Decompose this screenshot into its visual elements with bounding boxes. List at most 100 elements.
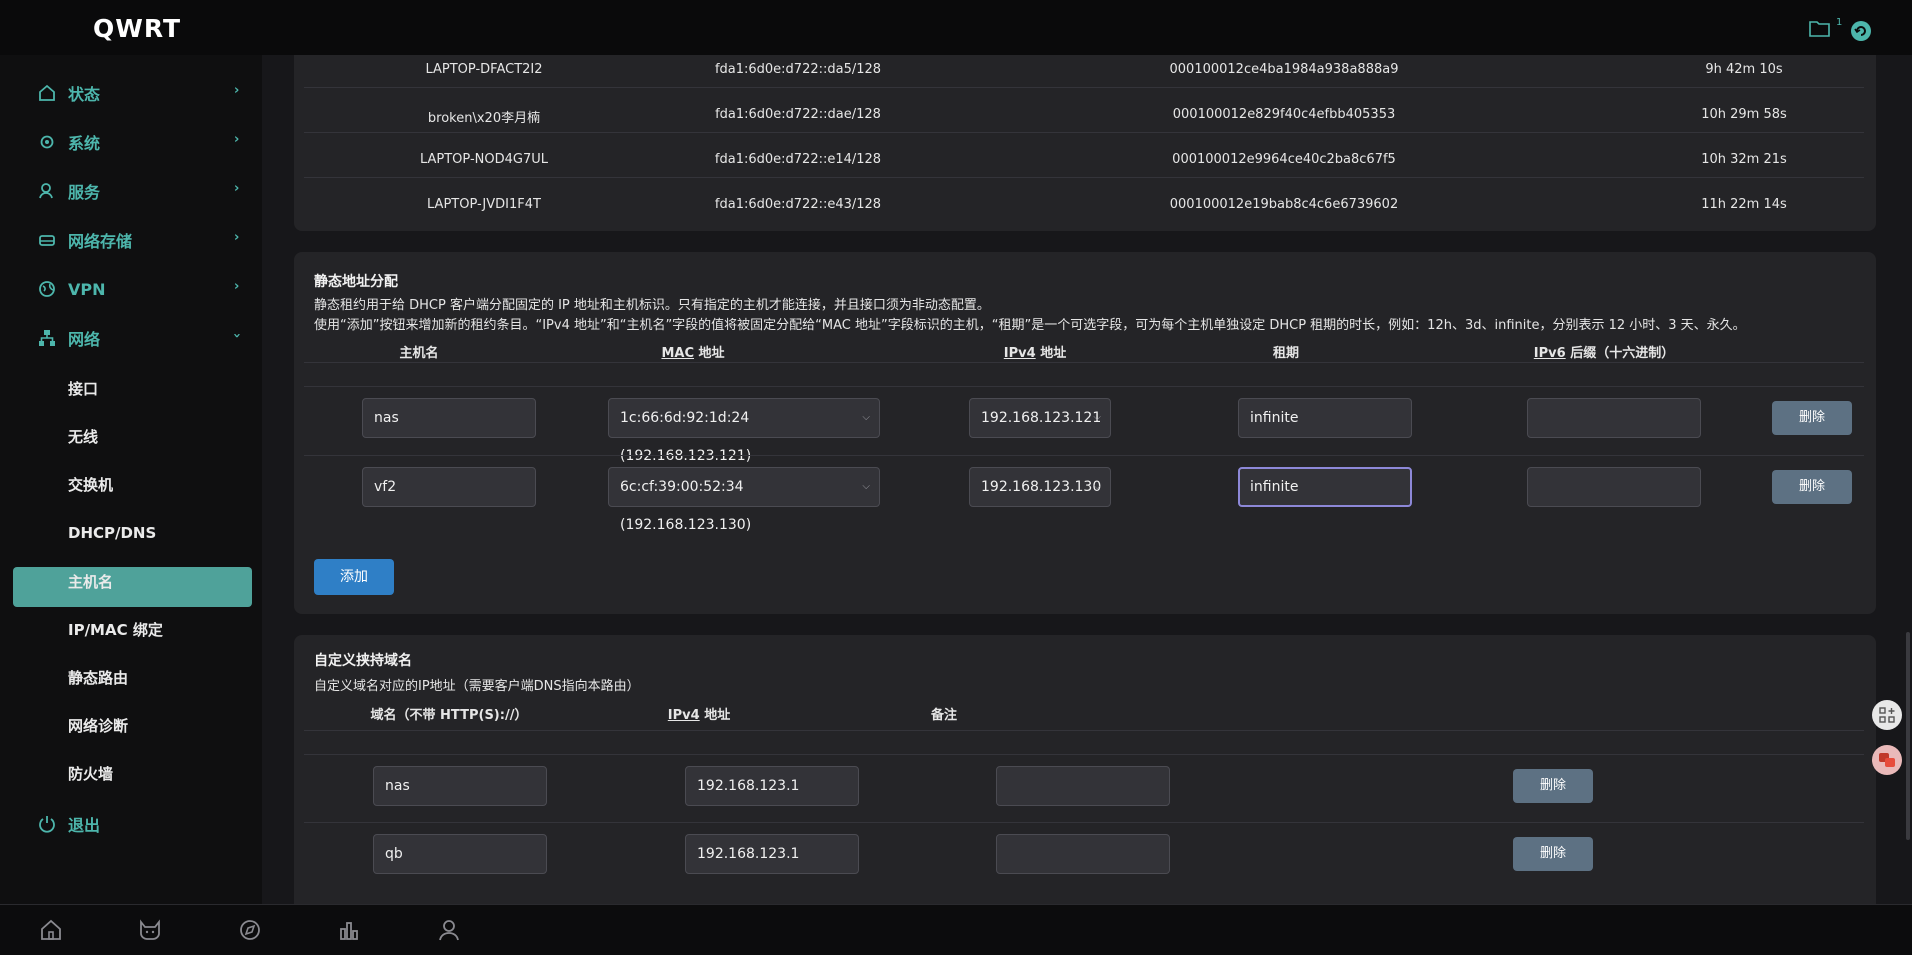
static-leases-panel: 静态地址分配 静态租约用于给 DHCP 客户端分配固定的 IP 地址和主机标识。… <box>294 252 1876 614</box>
refresh-icon[interactable] <box>1851 21 1871 41</box>
lease-ipv6: fda1:6d0e:d722::e14/128 <box>714 152 882 167</box>
chevron-right-icon: › <box>234 279 240 294</box>
sidebar-item-dhcp-dns[interactable]: DHCP/DNS <box>68 519 248 547</box>
column-header-mac: MAC 地址 <box>608 342 778 361</box>
delete-button[interactable]: 删除 <box>1513 837 1593 871</box>
note-input[interactable] <box>996 834 1170 874</box>
hostname-input[interactable]: vf2 <box>362 467 536 507</box>
delete-button[interactable]: 删除 <box>1772 470 1852 504</box>
domain-input[interactable]: qb <box>373 834 547 874</box>
custom-domains-panel: 自定义挟持域名 自定义域名对应的IP地址（需要客户端DNS指向本路由） 域名（不… <box>294 635 1876 904</box>
lease-hostname: LAPTOP-DFACT2I2 <box>425 62 543 77</box>
compass-icon[interactable] <box>236 916 264 944</box>
ipv6-leases-panel: LAPTOP-DFACT2I2 fda1:6d0e:d722::da5/128 … <box>294 55 1876 231</box>
user-icon <box>38 182 56 200</box>
ipv4-abbr: IPv4 <box>667 708 700 723</box>
sidebar-item-label: 服务 <box>68 183 101 202</box>
ipv6-abbr: IPv6 <box>1533 346 1566 361</box>
stats-icon[interactable] <box>335 916 363 944</box>
lease-remaining: 10h 29m 58s <box>1701 107 1787 122</box>
chevron-down-icon: ⌵ <box>1093 412 1101 423</box>
page-scrollbar[interactable] <box>1906 632 1910 840</box>
lease-hostname: LAPTOP-JVDI1F4T <box>427 197 541 212</box>
lease-duid: 000100012ce4ba1984a938a888a9 <box>1169 62 1399 77</box>
row-divider <box>304 822 1864 823</box>
globe-icon <box>38 280 56 298</box>
delete-button[interactable]: 删除 <box>1772 401 1852 435</box>
home-icon <box>38 84 56 102</box>
sidebar-item-static-routes[interactable]: 静态路由 <box>68 663 248 691</box>
sidebar-item-wireless[interactable]: 无线 <box>68 422 248 450</box>
sidebar-item-storage[interactable]: 网络存储 › <box>38 224 248 256</box>
lease-duid: 000100012e9964ce40c2ba8c67f5 <box>1172 152 1396 167</box>
column-header-note: 备注 <box>930 708 957 723</box>
sidebar-item-label: 状态 <box>68 85 101 104</box>
sidebar-item-network[interactable]: 网络 › <box>38 322 248 354</box>
chevron-down-icon: ⌵ <box>862 412 870 423</box>
chevron-right-icon: › <box>234 181 240 196</box>
home-icon[interactable] <box>37 916 65 944</box>
sidebar-item-vpn[interactable]: VPN › <box>38 273 248 305</box>
sidebar-item-switch[interactable]: 交换机 <box>68 470 248 498</box>
ipv4-select[interactable]: 192.168.123.130 ⌵ <box>969 467 1111 507</box>
folder-icon[interactable] <box>1808 18 1832 42</box>
sidebar-item-status[interactable]: 状态 › <box>38 77 248 109</box>
mac-abbr: MAC <box>661 346 694 361</box>
sidebar-item-label: 系统 <box>68 134 101 153</box>
ipv4-input[interactable]: 192.168.123.1 <box>685 834 859 874</box>
section-description: 使用“添加”按钮来增加新的租约条目。“IPv4 地址”和“主机名”字段的值将被固… <box>314 318 1746 333</box>
sidebar-item-system[interactable]: 系统 › <box>38 126 248 158</box>
chevron-down-icon: ⌵ <box>1093 481 1101 492</box>
sidebar-item-label: 退出 <box>68 816 101 835</box>
sidebar-item-services[interactable]: 服务 › <box>38 175 248 207</box>
row-divider <box>304 132 1864 133</box>
section-title: 自定义挟持域名 <box>314 653 412 669</box>
sidebar-item-diagnostics[interactable]: 网络诊断 <box>68 711 248 739</box>
cat-icon[interactable] <box>136 916 164 944</box>
ipv4-input[interactable]: 192.168.123.1 <box>685 766 859 806</box>
section-description: 静态租约用于给 DHCP 客户端分配固定的 IP 地址和主机标识。只有指定的主机… <box>314 298 990 313</box>
lease-hostname: LAPTOP-NOD4G7UL <box>419 152 549 167</box>
sidebar-item-ip-mac-binding[interactable]: IP/MAC 绑定 <box>68 615 248 643</box>
sidebar-item-label: 网络存储 <box>68 232 133 251</box>
ipv4-select[interactable]: 192.168.123.121 ⌵ <box>969 398 1111 438</box>
chevron-right-icon: › <box>234 83 240 98</box>
row-divider <box>304 754 1864 755</box>
sidebar: 状态 › 系统 › 服务 › 网络存储 › VPN › 网络 › 接口 无线 交… <box>0 55 262 904</box>
sidebar-item-firewall[interactable]: 防火墙 <box>68 759 248 787</box>
power-icon <box>38 815 56 833</box>
apps-icon[interactable] <box>1872 700 1902 730</box>
user-icon[interactable] <box>435 916 463 944</box>
note-input[interactable] <box>996 766 1170 806</box>
ipv6-suffix-input[interactable] <box>1527 467 1701 507</box>
translate-icon[interactable] <box>1872 745 1902 775</box>
delete-button[interactable]: 删除 <box>1513 769 1593 803</box>
mac-select[interactable]: 6c:cf:39:00:52:34 (192.168.123.130) ⌵ <box>608 467 880 533</box>
row-divider <box>304 730 1864 731</box>
chevron-right-icon: › <box>234 230 240 245</box>
mac-select[interactable]: 1c:66:6d:92:1d:24 (192.168.123.121) ⌵ <box>608 398 880 464</box>
column-header-ipv6-suffix: IPv6 后缀（十六进制） <box>1524 342 1684 361</box>
ipv4-abbr: IPv4 <box>1003 346 1036 361</box>
main-content: LAPTOP-DFACT2I2 fda1:6d0e:d722::da5/128 … <box>262 55 1912 904</box>
mac-select-value: 6c:cf:39:00:52:34 (192.168.123.130) <box>620 479 752 533</box>
ipv4-header-rest: 地址 <box>699 708 731 723</box>
brand-logo[interactable]: QWRT <box>93 14 181 43</box>
ipv6-suffix-input[interactable] <box>1527 398 1701 438</box>
drive-icon <box>38 231 56 249</box>
lease-time-input[interactable]: infinite <box>1238 467 1412 507</box>
lease-time-input[interactable]: infinite <box>1238 398 1412 438</box>
sidebar-item-hostnames[interactable]: 主机名 <box>68 567 248 595</box>
bottom-toolbar <box>0 904 1912 955</box>
hostname-input[interactable]: nas <box>362 398 536 438</box>
domain-input[interactable]: nas <box>373 766 547 806</box>
sidebar-item-interfaces[interactable]: 接口 <box>68 374 248 402</box>
ipv4-select-value: 192.168.123.121 <box>981 410 1102 426</box>
chevron-right-icon: › <box>234 132 240 147</box>
column-header-domain: 域名（不带 HTTP(S)://） <box>370 708 528 723</box>
add-button[interactable]: 添加 <box>314 559 394 595</box>
row-divider <box>304 362 1864 363</box>
sidebar-item-logout[interactable]: 退出 <box>38 808 248 840</box>
sidebar-item-label: VPN <box>68 279 106 299</box>
ipv4-header-rest: 地址 <box>1035 346 1067 361</box>
